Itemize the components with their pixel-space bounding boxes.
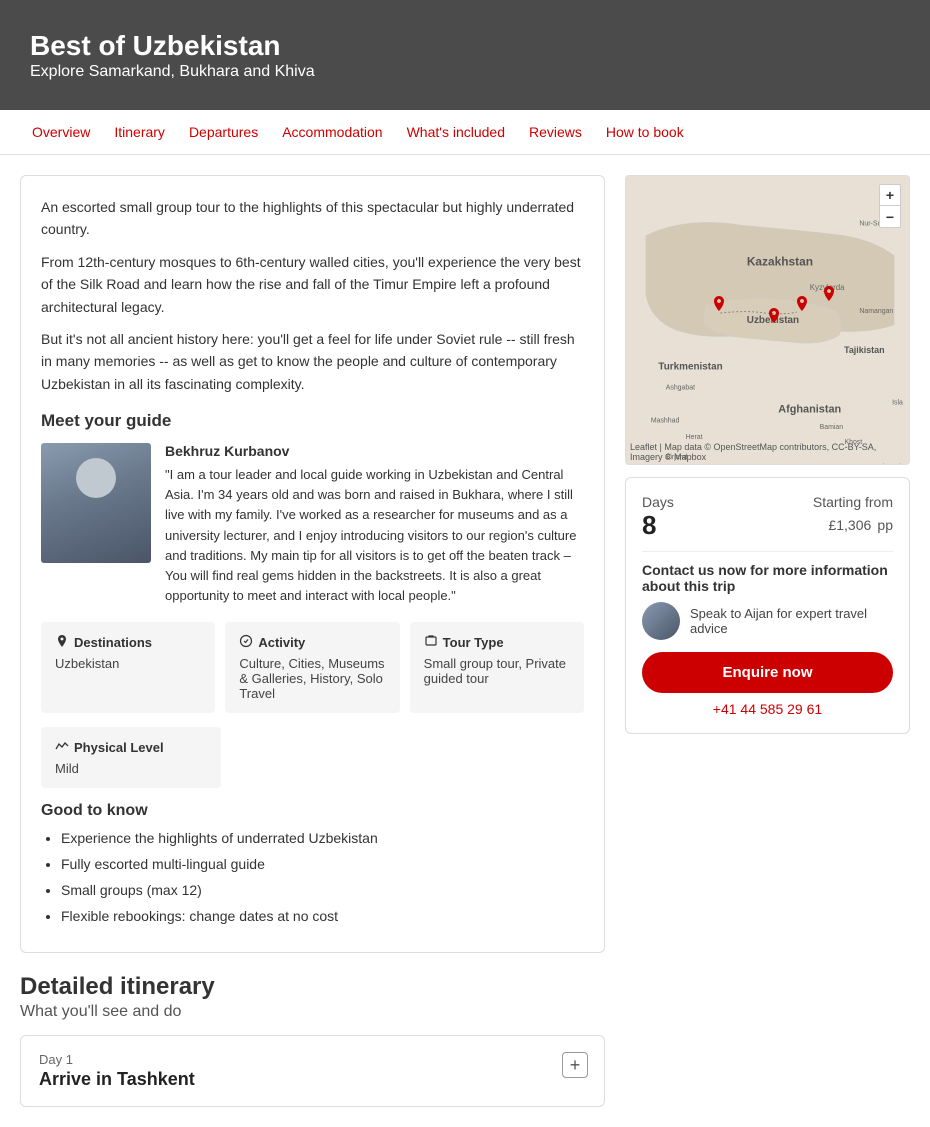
guide-info: Bekhruz Kurbanov "I am a tour leader and… [165, 443, 584, 606]
contact-row: Speak to Aijan for expert travel advice [642, 602, 893, 640]
itinerary-section: Detailed itinerary What you'll see and d… [20, 973, 605, 1021]
nav-reviews[interactable]: Reviews [517, 110, 594, 154]
physical-value: Mild [55, 761, 207, 776]
contact-title: Contact us now for more information abou… [642, 562, 893, 594]
nav-included[interactable]: What's included [395, 110, 517, 154]
itinerary-subheading: What you'll see and do [20, 1003, 605, 1021]
hero-subtitle: Explore Samarkand, Bukhara and Khiva [30, 63, 900, 81]
svg-text:Kazakhstan: Kazakhstan [747, 254, 813, 268]
detail-tour-type: Tour Type Small group tour, Private guid… [410, 622, 584, 713]
enquire-button[interactable]: Enquire now [642, 652, 893, 693]
price-value: £1,306 pp [813, 510, 893, 536]
overview-para1: An escorted small group tour to the high… [41, 196, 584, 241]
day-expand-button[interactable]: + [562, 1052, 588, 1078]
contact-agent: Speak to Aijan for expert travel advice [690, 606, 893, 636]
overview-para2: From 12th-century mosques to 6th-century… [41, 251, 584, 318]
map-pin-3 [794, 296, 810, 316]
list-item: Small groups (max 12) [61, 880, 584, 901]
map-pin-4 [821, 286, 837, 306]
day-1-title: Arrive in Tashkent [39, 1069, 586, 1090]
nav-overview[interactable]: Overview [20, 110, 102, 154]
map-controls: + − [879, 184, 901, 228]
contact-avatar [642, 602, 680, 640]
guide-section: Bekhruz Kurbanov "I am a tour leader and… [41, 443, 584, 606]
nav-itinerary[interactable]: Itinerary [102, 110, 177, 154]
days-value: 8 [642, 510, 674, 541]
svg-text:Bamian: Bamian [820, 424, 844, 431]
from-label: Starting from [813, 494, 893, 510]
map-zoom-out[interactable]: − [879, 206, 901, 228]
list-item: Experience the highlights of underrated … [61, 828, 584, 849]
svg-text:Ashgabat: Ashgabat [666, 385, 695, 392]
map-attribution: Leaflet | Map data © OpenStreetMap contr… [630, 442, 909, 462]
details-grid: Destinations Uzbekistan Activity [41, 622, 584, 713]
pricing-row: Days 8 Starting from £1,306 pp [642, 494, 893, 541]
svg-text:Tajikistan: Tajikistan [844, 345, 885, 355]
svg-text:Isla: Isla [892, 399, 903, 406]
svg-text:Namangan: Namangan [859, 308, 893, 315]
nav-departures[interactable]: Departures [177, 110, 270, 154]
sidebar: Kazakhstan Uzbekistan Turkmenistan Tajik… [625, 175, 910, 1107]
day-1-card: Day 1 Arrive in Tashkent + [20, 1035, 605, 1107]
svg-text:Afghanistan: Afghanistan [778, 403, 841, 415]
map-container: Kazakhstan Uzbekistan Turkmenistan Tajik… [625, 175, 910, 465]
guide-name: Bekhruz Kurbanov [165, 443, 584, 459]
activity-icon [239, 634, 253, 651]
map-pin-1 [711, 296, 727, 316]
days-label: Days [642, 494, 674, 510]
physical-level-grid: Physical Level Mild [41, 727, 584, 788]
nav-accommodation[interactable]: Accommodation [270, 110, 394, 154]
map-pin-2 [766, 308, 782, 328]
itinerary-heading: Detailed itinerary [20, 973, 605, 1001]
physical-icon [55, 739, 69, 756]
detail-physical: Physical Level Mild [41, 727, 221, 788]
overview-card: An escorted small group tour to the high… [20, 175, 605, 953]
tour-type-value: Small group tour, Private guided tour [424, 656, 570, 686]
detail-activity: Activity Culture, Cities, Museums & Gall… [225, 622, 399, 713]
phone-link[interactable]: +41 44 585 29 61 [642, 701, 893, 717]
hero-title: Best of Uzbekistan [30, 29, 900, 63]
activity-value: Culture, Cities, Museums & Galleries, Hi… [239, 656, 385, 701]
detail-destinations: Destinations Uzbekistan [41, 622, 215, 713]
nav-book[interactable]: How to book [594, 110, 696, 154]
guide-bio: "I am a tour leader and local guide work… [165, 465, 584, 606]
day-1-label: Day 1 [39, 1052, 586, 1067]
meet-guide-title: Meet your guide [41, 411, 584, 431]
good-to-know: Good to know Experience the highlights o… [41, 802, 584, 927]
main-nav: Overview Itinerary Departures Accommodat… [0, 110, 930, 155]
map-zoom-in[interactable]: + [879, 184, 901, 206]
svg-text:Turkmenistan: Turkmenistan [658, 362, 722, 373]
main-layout: An escorted small group tour to the high… [0, 155, 930, 1127]
map-background: Kazakhstan Uzbekistan Turkmenistan Tajik… [626, 176, 909, 464]
hero-section: Best of Uzbekistan Explore Samarkand, Bu… [0, 0, 930, 110]
overview-para3: But it's not all ancient history here: y… [41, 328, 584, 395]
map-icon [55, 634, 69, 651]
pricing-card: Days 8 Starting from £1,306 pp Contact u… [625, 477, 910, 734]
destinations-value: Uzbekistan [55, 656, 201, 671]
svg-text:Mashhad: Mashhad [651, 417, 680, 424]
good-to-know-list: Experience the highlights of underrated … [41, 828, 584, 927]
pricing-divider [642, 551, 893, 552]
svg-text:Herat: Herat [686, 434, 703, 441]
guide-photo [41, 443, 151, 563]
good-to-know-title: Good to know [41, 802, 584, 820]
content-left: An escorted small group tour to the high… [20, 175, 605, 1107]
tour-icon [424, 634, 438, 651]
list-item: Flexible rebookings: change dates at no … [61, 906, 584, 927]
list-item: Fully escorted multi-lingual guide [61, 854, 584, 875]
